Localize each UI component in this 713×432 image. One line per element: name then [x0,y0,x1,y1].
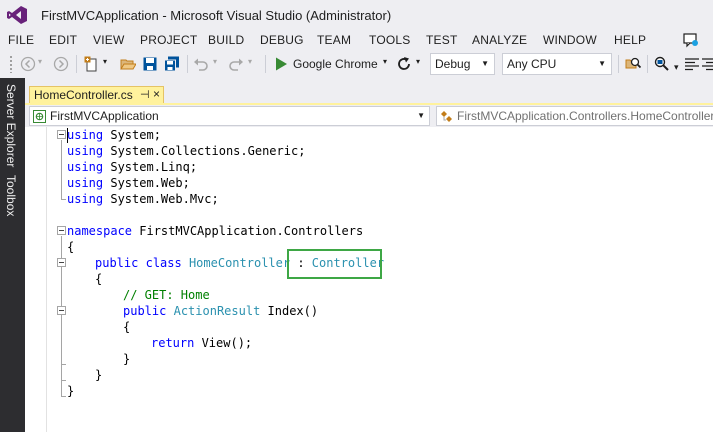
toolbar-separator [76,55,77,73]
outline-guide [61,396,66,397]
base-class-highlight [287,249,382,279]
menu-tools[interactable]: TOOLS [369,33,410,47]
outline-guide [61,140,62,199]
new-project-dropdown-icon[interactable]: ▾ [103,57,107,66]
refresh-icon[interactable] [396,56,412,72]
tab-homecontroller-cs[interactable]: HomeController.cs ⊣ × [29,86,164,104]
uncomment-selection-icon[interactable] [701,56,713,72]
save-all-icon[interactable] [164,56,180,72]
menu-project[interactable]: PROJECT [140,33,197,47]
toolbox-tab[interactable]: Toolbox [4,175,18,216]
solution-configuration-combo[interactable]: Debug ▼ [430,53,495,75]
class-icon [441,111,452,122]
menu-edit[interactable]: EDIT [49,33,77,47]
code-line: { [95,272,103,286]
solution-platform-combo[interactable]: Any CPU ▼ [502,53,612,75]
menu-help[interactable]: HELP [614,33,646,47]
navigate-forward-icon[interactable] [53,56,69,72]
code-line: { [67,240,75,254]
toolbar-separator [647,55,648,73]
menu-debug[interactable]: DEBUG [260,33,304,47]
code-line: } [123,352,131,366]
code-line: return View(); [151,336,253,350]
redo-dropdown-icon[interactable]: ▾ [248,57,252,66]
toolbar-separator [618,55,619,73]
type-scope-label: FirstMVCApplication.Controllers.HomeCont… [457,109,713,123]
toolbar-separator [187,55,188,73]
code-line: // GET: Home [123,288,210,302]
collapse-usings-icon[interactable] [57,130,66,139]
collapse-class-icon[interactable] [57,258,66,267]
toolbar-overflow-icon[interactable]: ▾ [674,62,679,73]
collapse-method-icon[interactable] [57,306,66,315]
refresh-dropdown-icon[interactable]: ▾ [416,57,420,66]
chevron-down-icon: ▼ [417,111,425,120]
title-bar: FirstMVCApplication - Microsoft Visual S… [0,0,713,30]
open-file-icon[interactable] [120,56,136,72]
feedback-icon[interactable] [683,32,699,48]
toolbar-grip[interactable] [9,55,13,73]
server-explorer-tab[interactable]: Server Explorer [4,84,18,167]
solution-configuration-value: Debug [435,57,471,71]
window-title: FirstMVCApplication - Microsoft Visual S… [41,8,392,23]
editor-margin [46,127,47,432]
outline-guide [61,199,66,200]
solution-platform-value: Any CPU [507,57,557,71]
collapse-namespace-icon[interactable] [57,226,66,235]
start-debugging-icon[interactable] [273,56,289,72]
find-in-files-icon[interactable] [625,56,641,72]
undo-icon[interactable] [193,56,209,72]
toolbar-separator [265,55,266,73]
code-line: } [67,384,75,398]
redo-icon[interactable] [228,56,244,72]
menu-test[interactable]: TEST [426,33,457,47]
code-line: public ActionResult Index() [123,304,319,318]
code-line: using System.Collections.Generic; [67,144,306,158]
type-scope-dropdown[interactable]: FirstMVCApplication.Controllers.HomeCont… [436,106,713,126]
navigate-back-dropdown-icon[interactable]: ▾ [38,57,42,66]
comment-selection-icon[interactable] [684,56,700,72]
navigate-back-icon[interactable] [20,56,36,72]
project-scope-dropdown[interactable]: FirstMVCApplication ▼ [29,106,430,126]
code-line: using System.Web; [67,176,190,190]
code-line: using System.Linq; [67,160,198,174]
csharp-project-icon [33,110,46,123]
menu-view[interactable]: VIEW [93,33,124,47]
code-line: using System.Web.Mvc; [67,192,219,206]
code-line: { [123,320,131,334]
code-line: namespace FirstMVCApplication.Controller… [67,224,364,238]
chevron-down-icon: ▼ [481,59,489,68]
new-project-icon[interactable] [84,56,100,72]
project-scope-label: FirstMVCApplication [50,109,159,123]
menu-team[interactable]: TEAM [317,33,351,47]
outline-guide [61,380,66,381]
menu-analyze[interactable]: ANALYZE [472,33,527,47]
save-icon[interactable] [142,56,158,72]
menu-file[interactable]: FILE [8,33,34,47]
code-line: } [95,368,103,382]
chevron-down-icon: ▼ [598,59,606,68]
visual-studio-logo-icon [7,6,27,24]
find-symbol-icon[interactable] [654,56,670,72]
document-tab-label: HomeController.cs [34,88,133,102]
run-target-label[interactable]: Google Chrome [293,57,378,71]
undo-dropdown-icon[interactable]: ▾ [213,57,217,66]
run-target-dropdown-icon[interactable]: ▾ [383,57,387,66]
pin-tab-icon[interactable]: ⊣ [140,88,150,101]
close-tab-icon[interactable]: × [153,87,160,101]
menu-build[interactable]: BUILD [208,33,244,47]
outline-guide [61,364,66,365]
menu-window[interactable]: WINDOW [543,33,597,47]
code-line: using System; [67,128,161,142]
